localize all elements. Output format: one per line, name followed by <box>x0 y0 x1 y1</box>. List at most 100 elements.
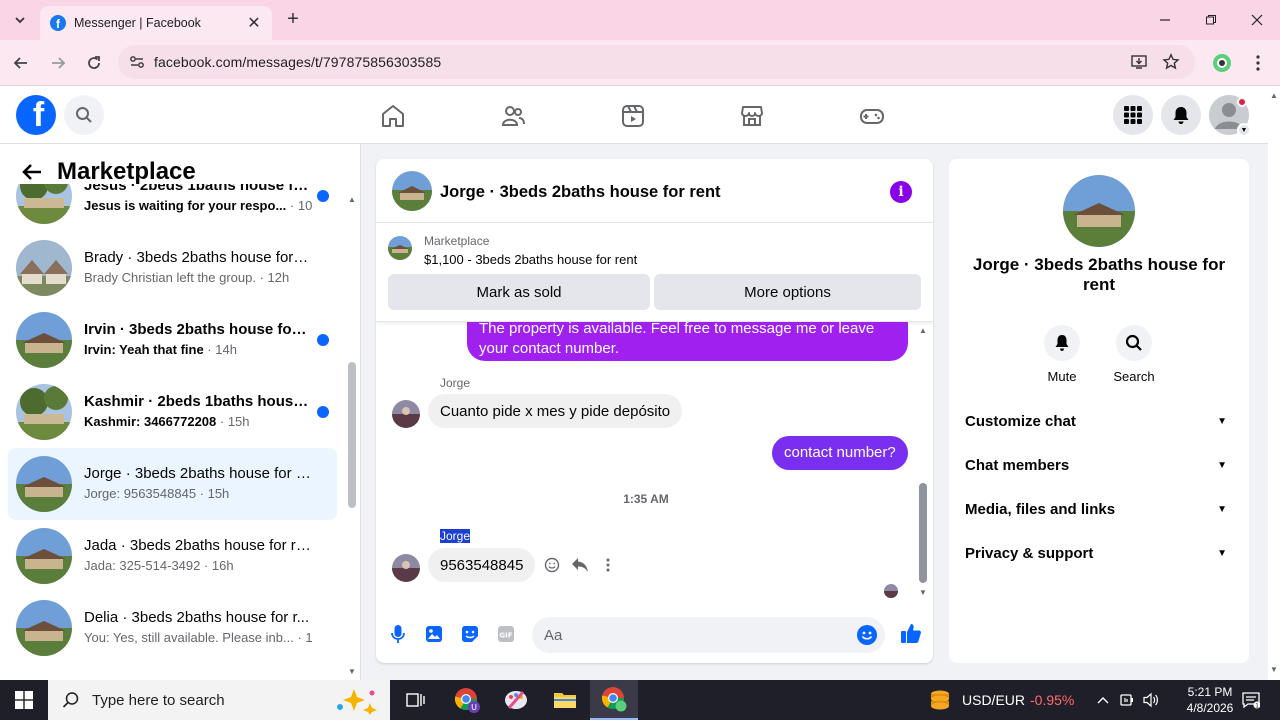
chat-title[interactable]: Jorge · 3beds 2baths house for rent <box>440 183 721 202</box>
incoming-message[interactable]: Cuanto pide x mes y pide depósito <box>428 394 683 428</box>
sticker-icon[interactable] <box>460 624 480 644</box>
scroll-up-icon[interactable]: ▲ <box>1269 90 1279 100</box>
conversation-avatar[interactable] <box>1063 175 1135 247</box>
file-explorer-app[interactable] <box>541 680 589 720</box>
search-label: Search <box>1113 369 1155 384</box>
chat-scrollbar[interactable]: ▲ ▼ <box>918 325 928 597</box>
search-icon[interactable] <box>1116 325 1152 361</box>
taskbar-search-box[interactable]: Type here to search <box>48 680 390 720</box>
grid-menu-icon <box>1124 106 1142 124</box>
microphone-icon[interactable] <box>388 624 408 644</box>
minimize-button[interactable] <box>1151 8 1179 32</box>
more-actions-icon[interactable] <box>597 554 619 576</box>
outgoing-message[interactable]: The property is available. Feel free to … <box>467 322 908 361</box>
listing-price[interactable]: $1,100 - 3beds 2baths house for rent <box>424 252 637 267</box>
nav-home[interactable] <box>379 102 407 130</box>
avatar-photo-icon <box>884 584 898 598</box>
conversation-item[interactable]: Jesus · 2beds 1baths house for ... Jesus … <box>8 184 337 232</box>
browser-tab-messenger[interactable]: f Messenger | Facebook ✕ <box>40 6 272 40</box>
reply-icon[interactable] <box>569 554 591 576</box>
nav-gaming[interactable] <box>858 102 886 130</box>
conversation-preview: Jorge: 9563548845 · 15h <box>84 486 312 501</box>
address-bar[interactable]: facebook.com/messages/t/797875856303585 <box>118 45 1195 79</box>
gif-icon[interactable]: GIF <box>496 624 516 644</box>
site-info-icon[interactable] <box>120 53 154 71</box>
mute-action[interactable]: Mute <box>1032 325 1092 384</box>
new-tab-button[interactable]: + <box>282 8 304 30</box>
start-button[interactable] <box>0 680 48 720</box>
bell-icon[interactable] <box>1044 325 1080 361</box>
video-icon <box>622 105 644 127</box>
show-hidden-icons[interactable] <box>1092 680 1114 720</box>
conversation-item[interactable]: Jada · 3beds 2baths house for re... Jada:… <box>8 520 337 592</box>
conversation-item[interactable]: Brady · 3beds 2baths house for r... Brady… <box>8 232 337 304</box>
conversation-name: Jorge · 3beds 2baths house for r... <box>84 465 312 482</box>
notification-center-button[interactable]: 1 <box>1236 680 1266 720</box>
paint-app[interactable] <box>492 680 540 720</box>
tab-close-icon[interactable]: ✕ <box>244 13 264 33</box>
nav-marketplace[interactable] <box>738 102 766 130</box>
media-files-links-section[interactable]: Media, files and links ▼ <box>965 497 1233 521</box>
mark-as-sold-button[interactable]: Mark as sold <box>388 274 650 310</box>
thumbs-up-icon[interactable] <box>899 621 923 645</box>
url-text[interactable]: facebook.com/messages/t/797875856303585 <box>154 54 1123 70</box>
listing-thumbnail[interactable] <box>388 236 412 260</box>
info-icon[interactable]: i <box>890 181 912 203</box>
notifications-button[interactable] <box>1161 95 1201 135</box>
sender-avatar[interactable] <box>392 400 420 428</box>
extension-icon[interactable] <box>1210 51 1234 75</box>
facebook-search-button[interactable] <box>64 95 104 135</box>
task-view-button[interactable] <box>392 680 440 720</box>
nav-video[interactable] <box>619 102 647 130</box>
close-icon <box>1251 14 1263 26</box>
volume-icon[interactable] <box>1140 680 1162 720</box>
gaming-icon <box>860 109 884 124</box>
chat-avatar[interactable] <box>392 171 432 211</box>
forward-button[interactable] <box>45 50 71 76</box>
incoming-message[interactable]: 9563548845 <box>428 548 536 582</box>
page-scrollbar[interactable]: ▲ ▼ <box>1268 86 1280 680</box>
currency-pair[interactable]: USD/EUR <box>962 692 1025 708</box>
reload-button[interactable] <box>81 50 107 76</box>
scroll-down-icon[interactable]: ▼ <box>1269 664 1279 674</box>
message-input[interactable]: Aa <box>532 617 885 653</box>
browser-toolbar: facebook.com/messages/t/797875856303585 <box>0 40 1280 86</box>
customize-chat-section[interactable]: Customize chat ▼ <box>965 409 1233 433</box>
privacy-support-section[interactable]: Privacy & support ▼ <box>965 541 1233 565</box>
restore-button[interactable] <box>1197 8 1225 32</box>
chrome-profile-app[interactable]: U <box>443 680 491 720</box>
search-action[interactable]: Search <box>1104 325 1164 384</box>
scroll-up-icon[interactable]: ▲ <box>347 194 357 204</box>
chrome-app-active[interactable] <box>590 680 638 720</box>
conversation-item[interactable]: Irvin · 3beds 2baths house for ... Irvin:… <box>8 304 337 376</box>
conversation-item[interactable]: Kashmir · 2beds 1baths house ... Kashmir:… <box>8 376 337 448</box>
emoji-icon[interactable] <box>857 625 877 645</box>
conversation-item[interactable]: Delia · 3beds 2baths house for r... You: … <box>8 592 337 664</box>
scrollbar-thumb[interactable] <box>919 483 927 583</box>
more-options-button[interactable]: More options <box>654 274 921 310</box>
install-app-icon[interactable] <box>1123 46 1155 78</box>
photo-icon[interactable] <box>424 624 444 644</box>
conversation-scrollbar[interactable]: ▲ ▼ <box>347 194 357 680</box>
nav-friends[interactable] <box>499 102 527 130</box>
scroll-down-icon[interactable]: ▼ <box>347 666 357 676</box>
scroll-down-icon[interactable]: ▼ <box>918 587 928 597</box>
scrollbar-thumb[interactable] <box>348 362 356 508</box>
scroll-up-icon[interactable]: ▲ <box>918 325 928 335</box>
account-avatar-button[interactable]: ▼ <box>1209 95 1251 137</box>
close-window-button[interactable] <box>1243 8 1271 32</box>
back-arrow-button[interactable] <box>18 158 46 186</box>
facebook-logo-icon[interactable]: f <box>16 95 56 135</box>
conversation-item[interactable]: Jorge · 3beds 2baths house for r... Jorge… <box>8 448 337 520</box>
tab-search-button[interactable] <box>8 8 32 32</box>
outgoing-message[interactable]: contact number? <box>772 436 908 470</box>
react-emoji-icon[interactable] <box>541 554 563 576</box>
sender-avatar[interactable] <box>392 554 420 582</box>
browser-menu-icon[interactable] <box>1246 51 1270 75</box>
currency-widget-icon[interactable] <box>918 680 962 720</box>
network-icon[interactable] <box>1116 680 1138 720</box>
menu-button[interactable] <box>1113 95 1153 135</box>
bookmark-star-icon[interactable] <box>1155 46 1187 78</box>
chat-members-section[interactable]: Chat members ▼ <box>965 453 1233 477</box>
back-button[interactable] <box>8 50 34 76</box>
